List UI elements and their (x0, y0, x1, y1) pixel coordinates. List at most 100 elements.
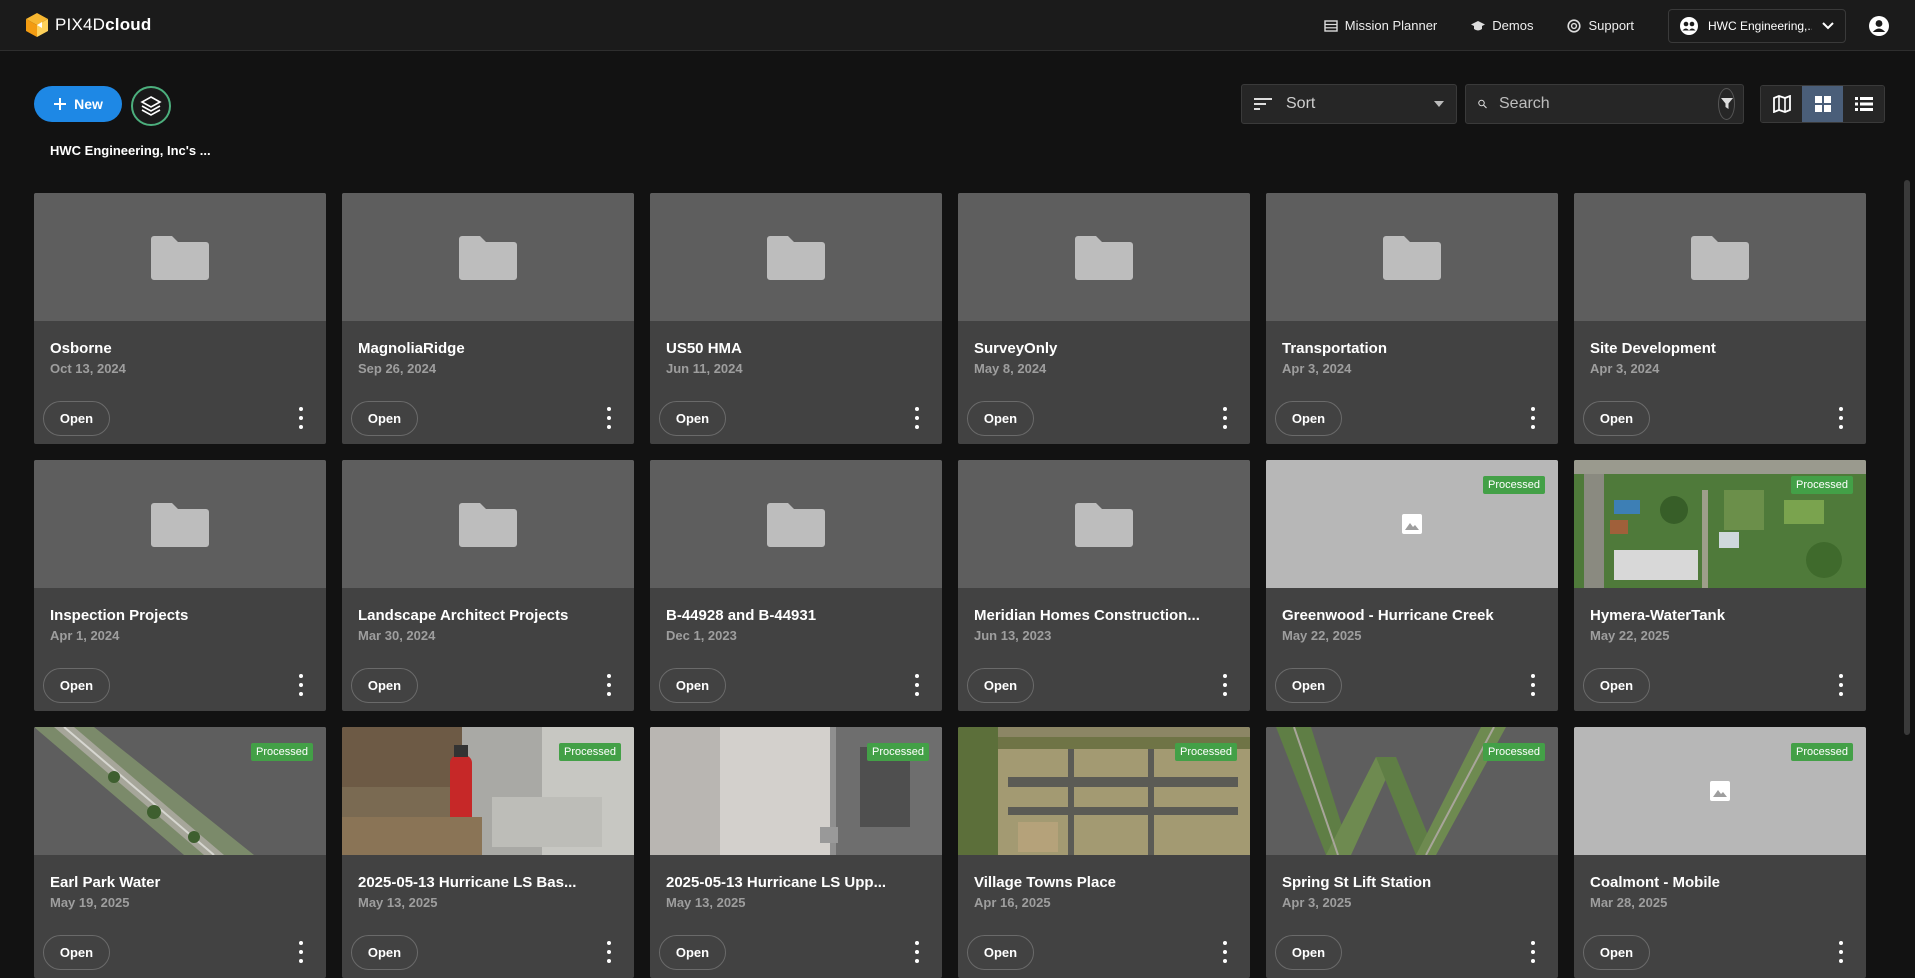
more-options-icon[interactable] (1530, 941, 1536, 963)
project-card[interactable]: B-44928 and B-44931 Dec 1, 2023 Open (650, 460, 942, 711)
list-view-button[interactable] (1843, 86, 1884, 122)
project-card[interactable]: Osborne Oct 13, 2024 Open (34, 193, 326, 444)
project-card[interactable]: Processed 2025-05-13 Hurricane LS Bas... M… (342, 727, 634, 978)
project-card[interactable]: US50 HMA Jun 11, 2024 Open (650, 193, 942, 444)
card-thumbnail[interactable] (650, 193, 942, 321)
new-button[interactable]: New (34, 86, 122, 122)
card-thumbnail[interactable]: Processed (650, 727, 942, 855)
open-button[interactable]: Open (43, 935, 110, 970)
account-button[interactable] (1868, 15, 1890, 37)
project-card[interactable]: Transportation Apr 3, 2024 Open (1266, 193, 1558, 444)
card-thumbnail[interactable]: Processed (342, 727, 634, 855)
demos-link[interactable]: Demos (1471, 18, 1533, 33)
open-button[interactable]: Open (1583, 401, 1650, 436)
folder-icon (459, 236, 517, 280)
project-card[interactable]: Processed Earl Park Water May 19, 2025 Open (34, 727, 326, 978)
more-options-icon[interactable] (606, 941, 612, 963)
project-card[interactable]: Processed Coalmont - Mobile Mar 28, 2025 Op… (1574, 727, 1866, 978)
support-link[interactable]: Support (1567, 18, 1634, 33)
project-card[interactable]: Site Development Apr 3, 2024 Open (1574, 193, 1866, 444)
map-view-button[interactable] (1761, 86, 1802, 122)
open-button[interactable]: Open (43, 668, 110, 703)
open-button[interactable]: Open (1275, 935, 1342, 970)
project-card[interactable]: Processed Greenwood - Hurricane Creek May … (1266, 460, 1558, 711)
card-date: May 13, 2025 (358, 895, 438, 910)
open-button[interactable]: Open (43, 401, 110, 436)
more-options-icon[interactable] (1838, 674, 1844, 696)
card-thumbnail[interactable] (958, 460, 1250, 588)
more-options-icon[interactable] (606, 407, 612, 429)
mission-planner-link[interactable]: Mission Planner (1324, 18, 1437, 33)
more-options-icon[interactable] (1222, 674, 1228, 696)
open-button[interactable]: Open (351, 935, 418, 970)
more-options-icon[interactable] (914, 407, 920, 429)
card-thumbnail[interactable] (1266, 193, 1558, 321)
project-card[interactable]: Meridian Homes Construction... Jun 13, 20… (958, 460, 1250, 711)
more-options-icon[interactable] (914, 674, 920, 696)
open-button[interactable]: Open (351, 668, 418, 703)
more-options-icon[interactable] (298, 407, 304, 429)
open-button[interactable]: Open (659, 935, 726, 970)
card-thumbnail[interactable]: Processed (1266, 727, 1558, 855)
project-card[interactable]: MagnoliaRidge Sep 26, 2024 Open (342, 193, 634, 444)
card-thumbnail[interactable]: Processed (1574, 727, 1866, 855)
open-button[interactable]: Open (1275, 401, 1342, 436)
card-thumbnail[interactable] (1574, 193, 1866, 321)
more-options-icon[interactable] (298, 674, 304, 696)
search-input[interactable] (1499, 95, 1706, 113)
card-thumbnail[interactable]: Processed (34, 727, 326, 855)
card-thumbnail[interactable]: Processed (1574, 460, 1866, 588)
open-button[interactable]: Open (1583, 935, 1650, 970)
card-date: Jun 13, 2023 (974, 628, 1052, 643)
card-thumbnail[interactable] (650, 460, 942, 588)
more-options-icon[interactable] (1530, 674, 1536, 696)
scrollbar[interactable] (1904, 180, 1910, 735)
card-thumbnail[interactable] (34, 460, 326, 588)
account-circle-icon (1869, 15, 1889, 36)
status-badge: Processed (1483, 476, 1545, 494)
layers-button[interactable] (131, 86, 171, 126)
status-badge: Processed (867, 743, 929, 761)
open-button[interactable]: Open (967, 401, 1034, 436)
card-thumbnail[interactable] (342, 460, 634, 588)
card-thumbnail[interactable]: Processed (958, 727, 1250, 855)
filter-button[interactable] (1718, 88, 1735, 120)
project-card[interactable]: Processed Spring St Lift Station Apr 3, 20… (1266, 727, 1558, 978)
more-options-icon[interactable] (1222, 941, 1228, 963)
project-card[interactable]: Processed Hymera-WaterTank May 22, 2025 Ope… (1574, 460, 1866, 711)
project-card[interactable]: Processed 2025-05-13 Hurricane LS Upp... M… (650, 727, 942, 978)
open-button[interactable]: Open (967, 668, 1034, 703)
card-thumbnail[interactable] (342, 193, 634, 321)
card-title: Coalmont - Mobile (1590, 874, 1720, 891)
project-card[interactable]: Landscape Architect Projects Mar 30, 2024… (342, 460, 634, 711)
card-title: B-44928 and B-44931 (666, 607, 817, 624)
open-button[interactable]: Open (351, 401, 418, 436)
pix4d-logo[interactable]: PIX4Dcloud (25, 12, 151, 38)
card-thumbnail[interactable]: Processed (1266, 460, 1558, 588)
status-badge: Processed (1791, 743, 1853, 761)
more-options-icon[interactable] (914, 941, 920, 963)
more-options-icon[interactable] (1530, 407, 1536, 429)
project-card[interactable]: Processed Village Towns Place Apr 16, 2025… (958, 727, 1250, 978)
open-button[interactable]: Open (1583, 668, 1650, 703)
folder-icon (1691, 236, 1749, 280)
more-options-icon[interactable] (1838, 941, 1844, 963)
more-options-icon[interactable] (606, 674, 612, 696)
open-button[interactable]: Open (659, 668, 726, 703)
project-card[interactable]: Inspection Projects Apr 1, 2024 Open (34, 460, 326, 711)
filter-icon (1720, 98, 1733, 109)
open-button[interactable]: Open (659, 401, 726, 436)
more-options-icon[interactable] (1222, 407, 1228, 429)
project-card[interactable]: SurveyOnly May 8, 2024 Open (958, 193, 1250, 444)
more-options-icon[interactable] (1838, 407, 1844, 429)
card-thumbnail[interactable] (958, 193, 1250, 321)
open-button[interactable]: Open (967, 935, 1034, 970)
card-date: Mar 28, 2025 (1590, 895, 1668, 910)
breadcrumb[interactable]: HWC Engineering, Inc's ... (50, 143, 211, 158)
organization-selector[interactable]: HWC Engineering,... (1668, 8, 1846, 43)
grid-view-button[interactable] (1802, 86, 1843, 122)
sort-dropdown[interactable]: Sort (1241, 84, 1457, 124)
card-thumbnail[interactable] (34, 193, 326, 321)
more-options-icon[interactable] (298, 941, 304, 963)
open-button[interactable]: Open (1275, 668, 1342, 703)
